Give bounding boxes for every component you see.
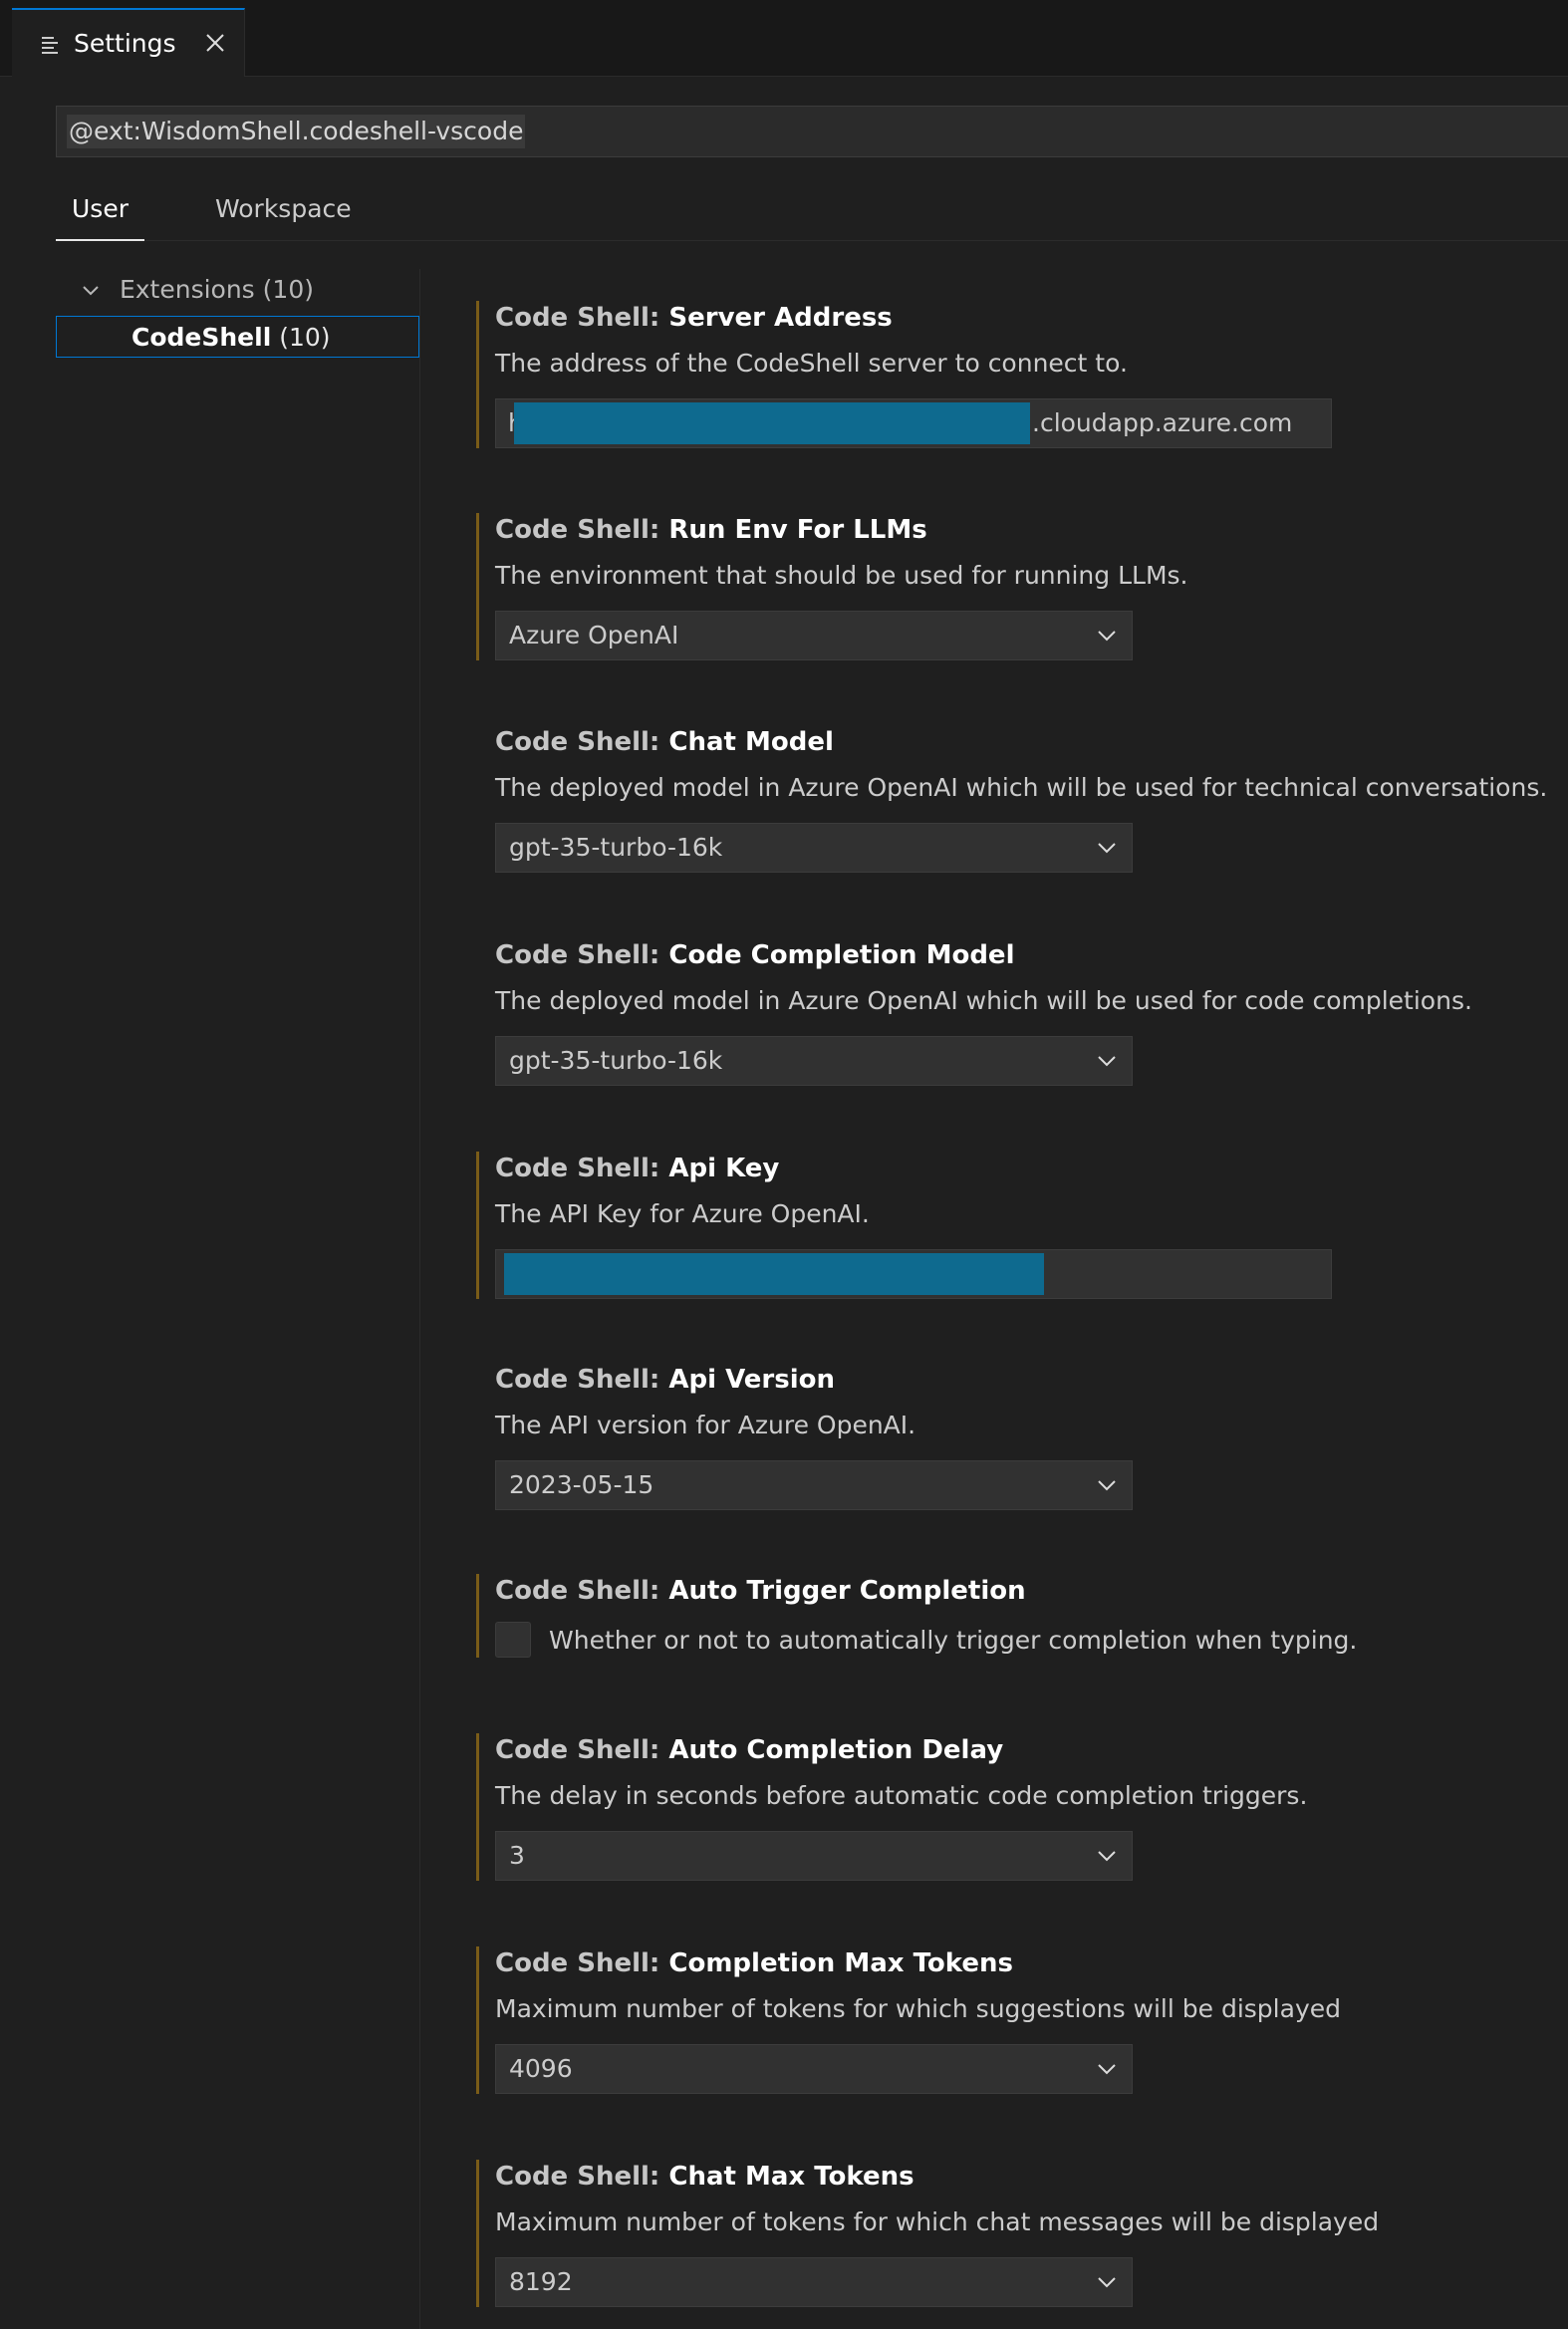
chevron-down-icon [1098, 631, 1116, 642]
toc-item-label: CodeShell [131, 323, 272, 352]
api-key-input[interactable] [495, 1249, 1332, 1299]
setting-title: Code Shell: Code Completion Model [495, 938, 1568, 972]
select-value: 8192 [509, 2267, 573, 2296]
completion-max-tokens-select[interactable]: 4096 [495, 2044, 1133, 2094]
setting-description: The delay in seconds before automatic co… [495, 1781, 1308, 1810]
select-value: 2023-05-15 [509, 1470, 654, 1499]
setting-chat-max-tokens: Code Shell: Chat Max Tokens Maximum numb… [476, 2160, 1568, 2307]
setting-name: Api Key [668, 1154, 780, 1183]
setting-title: Code Shell: Auto Completion Delay [495, 1733, 1568, 1767]
setting-chat-model: Code Shell: Chat Model The deployed mode… [476, 725, 1568, 873]
setting-description: Whether or not to automatically trigger … [549, 1625, 1358, 1655]
tab-label: Settings [74, 29, 176, 58]
tab-settings[interactable]: Settings [12, 8, 245, 77]
input-value-suffix: .cloudapp.azure.com [1032, 408, 1293, 437]
server-address-input[interactable]: h .cloudapp.azure.com [495, 398, 1332, 448]
setting-category: Code Shell: [495, 1154, 669, 1183]
setting-name: Auto Trigger Completion [668, 1576, 1026, 1606]
setting-title: Code Shell: Run Env For LLMs [495, 513, 1568, 547]
settings-list-icon [42, 36, 58, 54]
chat-model-select[interactable]: gpt-35-turbo-16k [495, 823, 1133, 873]
setting-description: Maximum number of tokens for which chat … [495, 2207, 1380, 2236]
chevron-down-icon [1098, 1851, 1116, 1862]
setting-name: Auto Completion Delay [668, 1735, 1004, 1765]
select-value: Azure OpenAI [509, 621, 679, 649]
tab-user[interactable]: User [56, 185, 144, 241]
select-value: gpt-35-turbo-16k [509, 833, 723, 862]
setting-auto-completion-delay: Code Shell: Auto Completion Delay The de… [476, 1733, 1568, 1881]
setting-name: Chat Max Tokens [668, 2162, 915, 2192]
setting-category: Code Shell: [495, 1365, 669, 1395]
auto-completion-delay-select[interactable]: 3 [495, 1831, 1133, 1881]
setting-category: Code Shell: [495, 1948, 669, 1978]
setting-title: Code Shell: Completion Max Tokens [495, 1946, 1568, 1980]
toc-divider [419, 269, 420, 2329]
select-value: 3 [509, 1841, 525, 1870]
setting-completion-max-tokens: Code Shell: Completion Max Tokens Maximu… [476, 1946, 1568, 2094]
setting-server-address: Code Shell: Server Address The address o… [476, 301, 1568, 448]
chevron-down-icon [1098, 1480, 1116, 1491]
setting-category: Code Shell: [495, 515, 669, 545]
setting-description: The deployed model in Azure OpenAI which… [495, 773, 1548, 802]
toc-item-label: Extensions (10) [119, 275, 314, 304]
setting-title: Code Shell: Api Key [495, 1152, 1568, 1185]
select-value: 4096 [509, 2054, 573, 2083]
setting-title: Code Shell: Api Version [495, 1363, 1568, 1397]
tab-workspace[interactable]: Workspace [199, 185, 368, 241]
setting-title: Code Shell: Chat Max Tokens [495, 2160, 1568, 2194]
setting-name: Chat Model [668, 727, 834, 757]
setting-description: Maximum number of tokens for which sugge… [495, 1994, 1341, 2023]
chevron-down-icon [1098, 2064, 1116, 2075]
search-input[interactable]: @ext:WisdomShell.codeshell-vscode [67, 115, 526, 148]
setting-category: Code Shell: [495, 940, 669, 970]
toc-item-codeshell[interactable]: CodeShell (10) [56, 316, 419, 358]
redacted-block [514, 402, 1030, 444]
setting-api-key: Code Shell: Api Key The API Key for Azur… [476, 1152, 1568, 1299]
settings-scope-tabs: User Workspace [56, 185, 1568, 241]
chevron-down-icon [1098, 2277, 1116, 2288]
toc-item-extensions[interactable]: Extensions (10) [56, 269, 419, 311]
auto-trigger-checkbox[interactable] [495, 1622, 531, 1658]
setting-name: Completion Max Tokens [668, 1948, 1013, 1978]
setting-category: Code Shell: [495, 1735, 669, 1765]
editor-tab-bar: Settings [0, 0, 1568, 77]
checkbox-row: Whether or not to automatically trigger … [495, 1622, 1568, 1658]
chevron-down-icon [1098, 843, 1116, 854]
setting-description: The address of the CodeShell server to c… [495, 349, 1128, 378]
setting-category: Code Shell: [495, 727, 669, 757]
settings-search-box[interactable]: @ext:WisdomShell.codeshell-vscode [56, 106, 1568, 157]
setting-title: Code Shell: Auto Trigger Completion [495, 1574, 1568, 1608]
setting-description: The deployed model in Azure OpenAI which… [495, 986, 1472, 1015]
select-value: gpt-35-turbo-16k [509, 1046, 723, 1075]
setting-category: Code Shell: [495, 303, 669, 333]
setting-category: Code Shell: [495, 2162, 669, 2192]
setting-api-version: Code Shell: Api Version The API version … [476, 1363, 1568, 1510]
setting-category: Code Shell: [495, 1576, 669, 1606]
api-version-select[interactable]: 2023-05-15 [495, 1460, 1133, 1510]
chevron-down-icon [1098, 1056, 1116, 1067]
run-env-select[interactable]: Azure OpenAI [495, 611, 1133, 660]
close-icon[interactable] [204, 32, 226, 54]
setting-name: Run Env For LLMs [668, 515, 927, 545]
setting-name: Server Address [668, 303, 893, 333]
setting-run-env: Code Shell: Run Env For LLMs The environ… [476, 513, 1568, 660]
setting-title: Code Shell: Chat Model [495, 725, 1568, 759]
setting-auto-trigger-completion: Code Shell: Auto Trigger Completion Whet… [476, 1574, 1568, 1658]
setting-title: Code Shell: Server Address [495, 301, 1568, 335]
setting-description: The environment that should be used for … [495, 561, 1188, 590]
setting-name: Api Version [668, 1365, 836, 1395]
code-completion-model-select[interactable]: gpt-35-turbo-16k [495, 1036, 1133, 1086]
setting-name: Code Completion Model [668, 940, 1015, 970]
setting-code-completion-model: Code Shell: Code Completion Model The de… [476, 938, 1568, 1086]
chat-max-tokens-select[interactable]: 8192 [495, 2257, 1133, 2307]
setting-description: The API Key for Azure OpenAI. [495, 1199, 870, 1228]
redacted-block [504, 1253, 1044, 1295]
toc-item-count: (10) [279, 323, 331, 352]
chevron-down-icon [83, 286, 99, 296]
setting-description: The API version for Azure OpenAI. [495, 1411, 916, 1439]
